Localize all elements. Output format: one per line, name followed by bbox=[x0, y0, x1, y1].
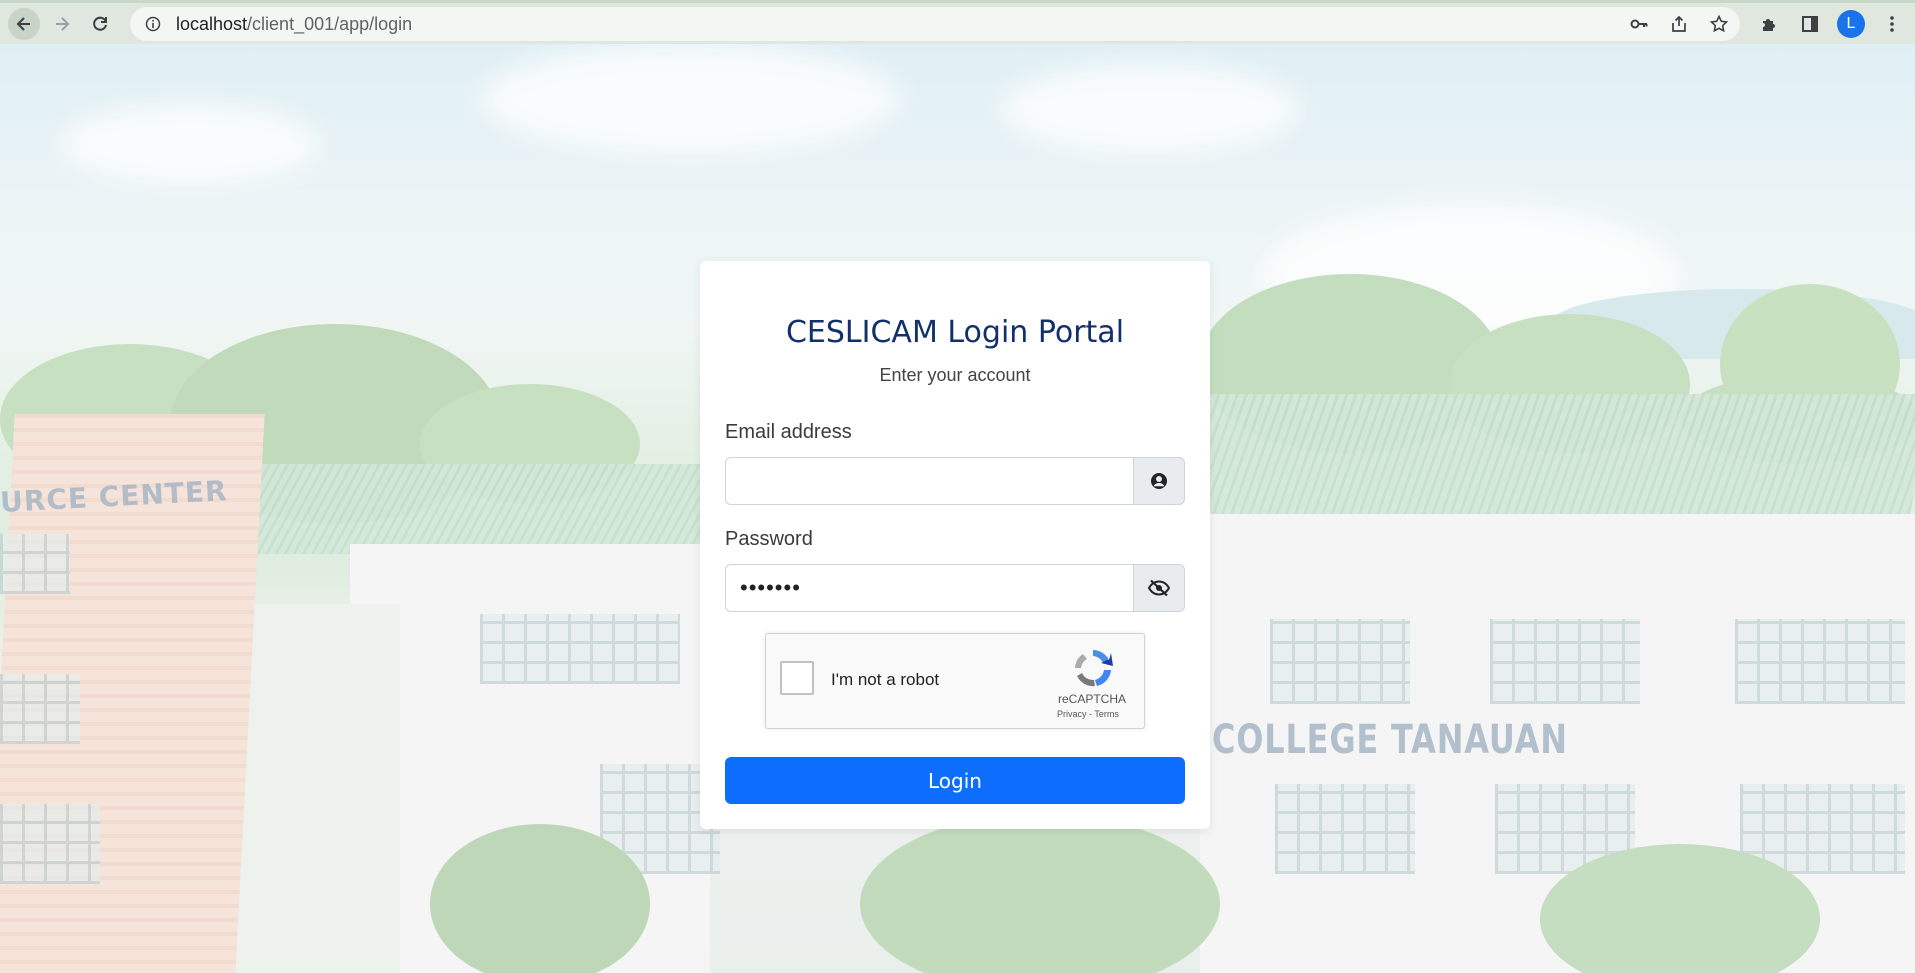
forward-button[interactable] bbox=[46, 8, 78, 40]
arrow-left-icon bbox=[16, 16, 30, 31]
key-icon[interactable] bbox=[1628, 13, 1650, 35]
bookmark-star-icon[interactable] bbox=[1708, 13, 1730, 35]
recaptcha-label: I'm not a robot bbox=[831, 670, 940, 689]
eye-slash-icon bbox=[1148, 579, 1170, 597]
password-input-group: ••••••• bbox=[725, 564, 1185, 612]
share-icon[interactable] bbox=[1668, 13, 1690, 35]
recaptcha-links[interactable]: Privacy - Terms bbox=[1057, 709, 1119, 719]
page-title: CESLICAM Login Portal bbox=[785, 315, 1125, 350]
email-field[interactable] bbox=[725, 457, 1133, 505]
profile-avatar[interactable]: L bbox=[1837, 10, 1865, 38]
login-card: CESLICAM Login Portal Enter your account… bbox=[700, 261, 1210, 829]
extensions-puzzle-icon[interactable] bbox=[1757, 11, 1783, 37]
page-subtitle: Enter your account bbox=[879, 365, 1031, 385]
password-label: Password bbox=[725, 528, 813, 550]
url-host: localhost bbox=[176, 13, 248, 34]
site-info-icon[interactable] bbox=[144, 15, 162, 33]
arrow-right-icon bbox=[56, 16, 70, 31]
toggle-password-button[interactable] bbox=[1133, 564, 1185, 612]
password-field[interactable]: ••••••• bbox=[725, 564, 1133, 612]
email-addon bbox=[1133, 457, 1185, 505]
email-input-group bbox=[725, 457, 1185, 505]
recaptcha-logo-icon bbox=[1075, 650, 1113, 687]
browser-toolbar: localhost/client_001/app/login L bbox=[0, 0, 1915, 44]
recaptcha-widget: I'm not a robot reCAPTCHA Privacy - Term… bbox=[765, 633, 1145, 729]
email-label: Email address bbox=[725, 421, 852, 443]
recaptcha-brand: reCAPTCHA bbox=[1058, 692, 1127, 706]
address-bar[interactable]: localhost/client_001/app/login bbox=[130, 7, 1740, 41]
reload-button[interactable] bbox=[84, 8, 116, 40]
address-text[interactable]: localhost/client_001/app/login bbox=[176, 14, 412, 35]
recaptcha-checkbox[interactable] bbox=[780, 661, 814, 695]
user-circle-icon bbox=[1151, 473, 1167, 489]
login-button[interactable]: Login bbox=[725, 757, 1185, 804]
login-page: URCE CENTER COLLEGE TANAUAN CESLICAM Log… bbox=[0, 44, 1915, 973]
more-vertical-icon[interactable] bbox=[1879, 11, 1905, 37]
side-panel-icon[interactable] bbox=[1797, 11, 1823, 37]
reload-icon bbox=[93, 16, 107, 31]
back-button[interactable] bbox=[8, 7, 40, 40]
url-path: /client_001/app/login bbox=[247, 13, 413, 34]
